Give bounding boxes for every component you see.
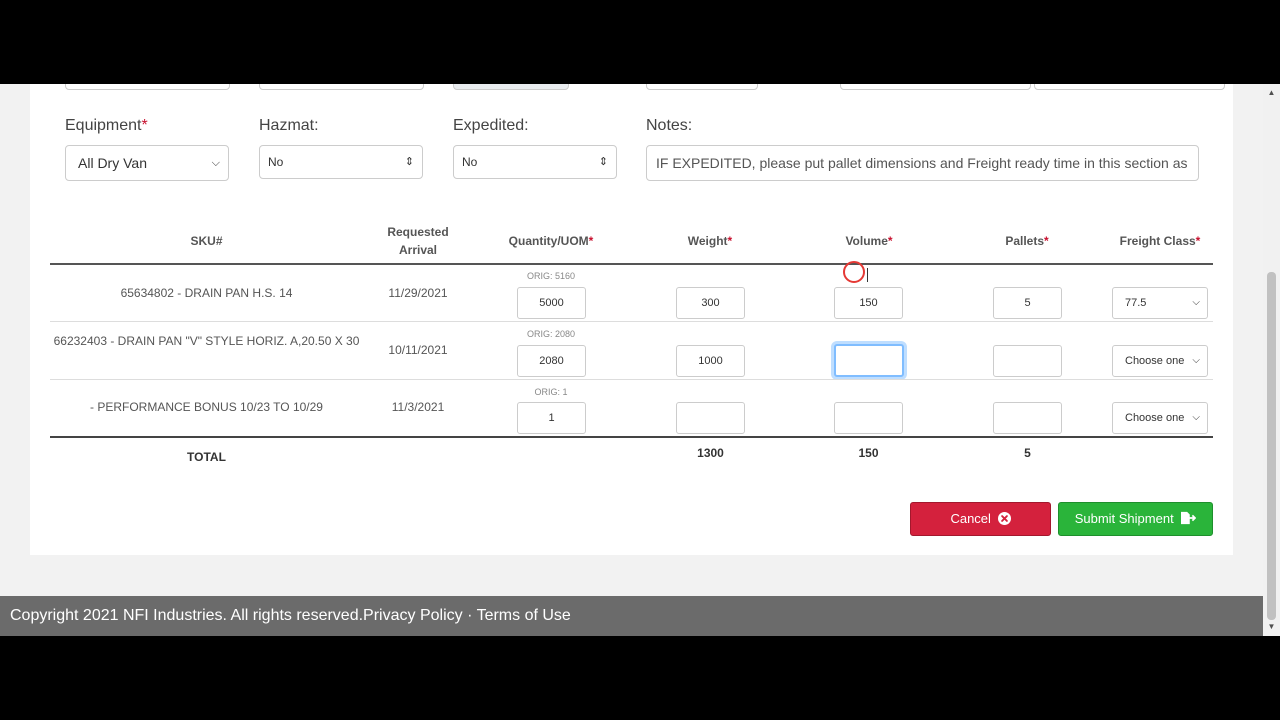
- prev-field-2[interactable]: [259, 84, 424, 90]
- sort-updown-icon: ⇕: [404, 156, 414, 168]
- row3-volume-input[interactable]: [834, 402, 903, 434]
- scrollbar-thumb[interactable]: [1267, 272, 1276, 620]
- equipment-value: All Dry Van: [78, 155, 147, 171]
- notes-input[interactable]: IF EXPEDITED, please put pallet dimensio…: [646, 145, 1199, 181]
- row2-sku: 66232403 - DRAIN PAN "V" STYLE HORIZ. A,…: [53, 334, 360, 348]
- total-label: TOTAL: [187, 450, 226, 464]
- footer-copyright: Copyright 2021 NFI Industries. All right…: [10, 607, 364, 624]
- terms-of-use-link[interactable]: Terms of Use: [477, 607, 571, 624]
- prev-field-3[interactable]: [453, 84, 569, 90]
- row2-freight-class-select[interactable]: Choose one ⌵: [1112, 345, 1208, 377]
- row1-weight-input[interactable]: 300: [676, 287, 745, 319]
- row1-volume-input[interactable]: 150: [834, 287, 903, 319]
- prev-field-6[interactable]: [1034, 84, 1225, 90]
- scroll-down-arrow-icon[interactable]: ▼: [1263, 622, 1280, 631]
- row3-weight-input[interactable]: [676, 402, 745, 434]
- shipment-form-card: Equipment* Hazmat: Expedited: Notes: All…: [30, 84, 1233, 555]
- scroll-up-arrow-icon[interactable]: ▲: [1263, 88, 1280, 97]
- click-indicator-icon: [843, 261, 865, 283]
- submit-label: Submit Shipment: [1074, 511, 1174, 526]
- table-header-divider: [50, 263, 1213, 265]
- equipment-select[interactable]: All Dry Van ⌵: [65, 145, 229, 181]
- hazmat-select[interactable]: No ⇕: [259, 145, 423, 179]
- row1-freight-class-value: 77.5: [1125, 297, 1147, 309]
- submit-shipment-button[interactable]: Submit Shipment: [1058, 502, 1213, 536]
- row3-freight-class-select[interactable]: Choose one ⌵: [1112, 402, 1208, 434]
- header-quantity: Quantity/UOM*: [508, 234, 594, 248]
- row3-freight-class-value: Choose one: [1125, 412, 1185, 424]
- equipment-label: Equipment*: [65, 117, 148, 134]
- row1-arrival: 11/29/2021: [388, 286, 448, 300]
- header-sku: SKU#: [190, 234, 223, 248]
- chevron-down-icon: ⌵: [1190, 403, 1200, 433]
- expedited-label: Expedited:: [453, 117, 529, 134]
- row3-arrival: 11/3/2021: [391, 400, 445, 414]
- row2-quantity-input[interactable]: 2080: [517, 345, 586, 377]
- row1-orig: ORIG: 5160: [526, 271, 576, 281]
- page-viewport: Equipment* Hazmat: Expedited: Notes: All…: [0, 84, 1280, 636]
- prev-field-4[interactable]: [646, 84, 758, 90]
- prev-field-1[interactable]: [65, 84, 230, 90]
- header-weight: Weight*: [687, 234, 733, 248]
- row3-pallets-input[interactable]: [993, 402, 1062, 434]
- row-divider: [50, 321, 1213, 322]
- table-total-divider: [50, 436, 1213, 438]
- times-circle-icon: [997, 512, 1011, 525]
- hazmat-value: No: [268, 155, 284, 169]
- chevron-down-icon: ⌵: [211, 157, 220, 169]
- cancel-button[interactable]: Cancel: [910, 502, 1051, 536]
- notes-label: Notes:: [646, 117, 693, 134]
- row1-pallets-input[interactable]: 5: [993, 287, 1062, 319]
- row1-freight-class-select[interactable]: 77.5 ⌵: [1112, 287, 1208, 319]
- row3-sku: - PERFORMANCE BONUS 10/23 TO 10/29: [90, 400, 323, 414]
- privacy-policy-link[interactable]: Privacy Policy: [363, 607, 463, 624]
- chevron-down-icon: ⌵: [1190, 288, 1200, 318]
- sort-updown-icon: ⇕: [598, 156, 608, 168]
- chevron-down-icon: ⌵: [1190, 346, 1200, 376]
- row3-orig: ORIG: 1: [534, 387, 568, 397]
- header-volume: Volume*: [845, 234, 893, 248]
- header-requested-arrival: Requested Arrival: [387, 225, 449, 257]
- total-pallets: 5: [1024, 446, 1031, 460]
- prev-field-5[interactable]: [840, 84, 1031, 90]
- vertical-scrollbar[interactable]: ▲ ▼: [1263, 84, 1280, 636]
- row1-sku: 65634802 - DRAIN PAN H.S. 14: [120, 286, 293, 300]
- text-caret: [867, 268, 868, 282]
- expedited-value: No: [462, 155, 478, 169]
- row2-arrival: 10/11/2021: [388, 343, 448, 357]
- footer: Copyright 2021 NFI Industries. All right…: [0, 596, 1263, 636]
- total-volume: 150: [858, 446, 879, 460]
- row1-quantity-input[interactable]: 5000: [517, 287, 586, 319]
- row2-weight-input[interactable]: 1000: [676, 345, 745, 377]
- row2-orig: ORIG: 2080: [526, 329, 576, 339]
- row2-volume-input[interactable]: [834, 344, 904, 377]
- footer-separator: ·: [462, 607, 477, 624]
- row3-quantity-input[interactable]: 1: [517, 402, 586, 434]
- row2-freight-class-value: Choose one: [1125, 355, 1185, 367]
- row-divider: [50, 379, 1213, 380]
- expedited-select[interactable]: No ⇕: [453, 145, 617, 179]
- row2-pallets-input[interactable]: [993, 345, 1062, 377]
- total-weight: 1300: [697, 446, 724, 460]
- header-pallets: Pallets*: [1005, 234, 1049, 248]
- file-export-icon: [1181, 511, 1197, 525]
- header-freight-class: Freight Class*: [1119, 234, 1201, 248]
- hazmat-label: Hazmat:: [259, 117, 319, 134]
- cancel-label: Cancel: [950, 511, 991, 526]
